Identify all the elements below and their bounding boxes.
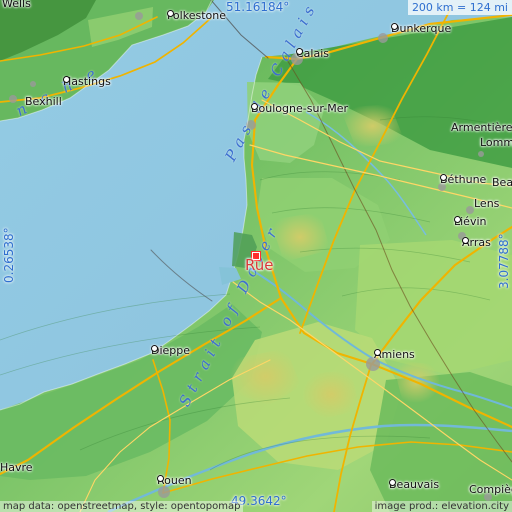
coord-left-label: 0.26538° — [2, 227, 16, 283]
place-dieppe: Dieppe — [151, 344, 191, 357]
place-bethune: Béthune — [440, 173, 487, 186]
map-credit-right: image prod.: elevation.city — [371, 501, 512, 512]
place-bexhill: Bexhill — [25, 95, 62, 108]
place-lens: Lens — [474, 197, 500, 210]
place-amiens: Amiens — [374, 348, 415, 361]
place-compiegne: Compiègne — [469, 483, 512, 496]
map-credit-left: map data: openstreetmap, style: opentopo… — [0, 501, 244, 512]
scale-bar: 200 km = 124 mi — [407, 0, 512, 15]
place-lomme: Lomme — [480, 136, 512, 149]
place-dunkerque: Dunkerque — [391, 22, 452, 35]
place-rouen: Rouen — [157, 474, 192, 487]
place-lievin: Liévin — [454, 215, 487, 228]
coord-right-label: 3.07788° — [497, 233, 511, 289]
place-boulogne: Boulogne-sur-Mer — [251, 102, 348, 115]
place-beauvais: Beauvais — [389, 478, 440, 491]
place-folkestone: Folkestone — [167, 9, 226, 22]
place-wells: Wells — [2, 0, 31, 10]
map-view[interactable]: 200 km = 124 mi 51.16184° 49.3642° 0.265… — [0, 0, 512, 512]
featured-place-label: Rue — [245, 256, 274, 274]
place-armentieres: Armentières — [451, 121, 512, 134]
place-havre: Havre — [0, 461, 33, 474]
coord-top-label: 51.16184° — [226, 0, 290, 14]
place-arras: Arras — [462, 236, 491, 249]
place-beau: Beau — [492, 176, 512, 189]
place-hastings: Hastings — [63, 75, 111, 88]
place-calais: Calais — [296, 47, 330, 60]
